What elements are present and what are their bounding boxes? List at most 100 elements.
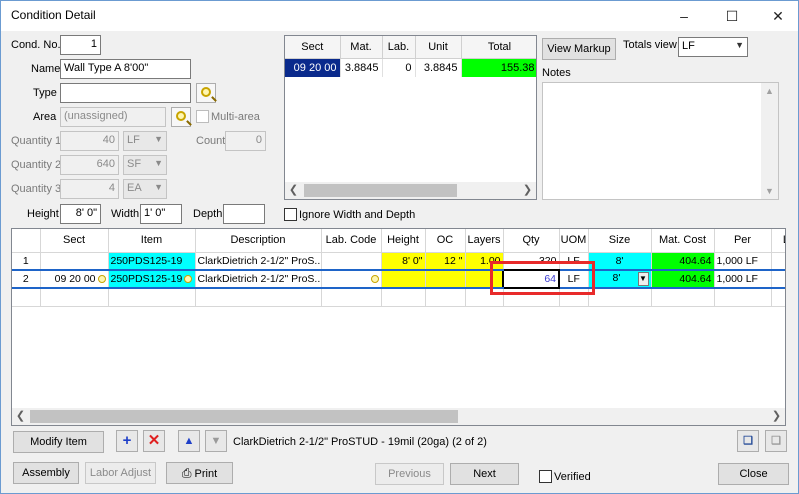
summary-header-total[interactable]: Total: [461, 36, 536, 59]
cell-height[interactable]: 8' 0": [381, 252, 426, 271]
cell-lab-code[interactable]: [321, 269, 382, 289]
height-field[interactable]: 8' 0": [60, 204, 101, 224]
cond-no-field[interactable]: 1: [60, 35, 101, 55]
totals-view-select[interactable]: LF ▼: [678, 37, 748, 57]
close-button[interactable]: Close: [718, 463, 789, 485]
cell-height[interactable]: [381, 269, 426, 289]
type-search-button[interactable]: [196, 83, 216, 103]
grid-header-qty[interactable]: Qty: [503, 229, 560, 253]
cell-lab-code[interactable]: [321, 252, 382, 271]
notes-textarea[interactable]: ▲ ▼: [542, 82, 779, 200]
summary-total[interactable]: 155.38: [461, 58, 536, 77]
summary-horizontal-scrollbar[interactable]: ❮ ❯: [285, 182, 536, 199]
chevron-down-icon[interactable]: ▼: [637, 272, 649, 286]
view-markup-button[interactable]: View Markup: [542, 38, 616, 60]
verified-checkbox[interactable]: [539, 470, 552, 483]
cell-sect[interactable]: 09 20 00: [40, 269, 109, 289]
type-field[interactable]: [60, 83, 191, 103]
cell-per[interactable]: 1,000 LF: [714, 269, 772, 289]
cell-item[interactable]: 250PDS125-19: [108, 269, 196, 289]
summary-header-sect[interactable]: Sect: [285, 36, 341, 59]
area-search-button[interactable]: [171, 107, 191, 127]
cell-size[interactable]: 8' ▼: [588, 269, 652, 289]
arrow-down-icon[interactable]: ▼: [761, 186, 778, 196]
move-down-button[interactable]: ▼: [205, 430, 227, 452]
labor-adjust-button[interactable]: Labor Adjust: [85, 462, 156, 484]
depth-field[interactable]: [223, 204, 265, 224]
summary-row[interactable]: 09 20 00 3.8845 0 3.8845 155.38: [285, 58, 536, 77]
next-button[interactable]: Next: [450, 463, 519, 485]
cell-lab[interactable]: [771, 269, 785, 289]
summary-header-mat[interactable]: Mat.: [340, 36, 383, 59]
modify-item-button[interactable]: Modify Item: [13, 431, 104, 453]
table-row[interactable]: 2 09 20 00 250PDS125-19 ClarkDietrich 2-…: [12, 269, 785, 289]
previous-button[interactable]: Previous: [375, 463, 444, 485]
cell-sect[interactable]: [40, 252, 109, 271]
cell-description[interactable]: ClarkDietrich 2-1/2" ProS...: [195, 269, 322, 289]
paste-button[interactable]: ❏: [765, 430, 787, 452]
close-window-button[interactable]: ✕: [755, 1, 799, 31]
quantity1-unit-select[interactable]: LF ▼: [123, 131, 167, 151]
copy-button[interactable]: ❏: [737, 430, 759, 452]
row-number[interactable]: 1: [12, 252, 41, 271]
cell-lab[interactable]: [771, 252, 785, 271]
cell-per[interactable]: 1,000 LF: [714, 252, 772, 271]
minimize-button[interactable]: –: [661, 1, 707, 31]
grid-header-per[interactable]: Per: [714, 229, 772, 253]
arrow-right-icon[interactable]: ❯: [768, 408, 785, 425]
width-field[interactable]: 1' 0": [140, 204, 182, 224]
grid-horizontal-scrollbar[interactable]: ❮ ❯: [12, 408, 785, 425]
grid-header-lab[interactable]: La: [771, 229, 785, 253]
multi-area-checkbox[interactable]: [196, 110, 209, 123]
cell-item[interactable]: 250PDS125-19: [108, 252, 196, 271]
magnifier-icon[interactable]: [97, 275, 106, 284]
grid-header-description[interactable]: Description: [195, 229, 322, 253]
summary-unit[interactable]: 3.8845: [415, 58, 462, 77]
name-field[interactable]: Wall Type A 8'00": [60, 59, 191, 79]
maximize-button[interactable]: ☐: [709, 1, 755, 31]
summary-lab[interactable]: 0: [382, 58, 416, 77]
move-up-button[interactable]: ▲: [178, 430, 200, 452]
scroll-thumb[interactable]: [30, 410, 458, 423]
cell-oc[interactable]: 12 ": [425, 252, 466, 271]
delete-item-button[interactable]: ✕: [143, 430, 165, 452]
row-number[interactable]: 2: [12, 269, 41, 289]
ignore-width-depth-checkbox[interactable]: [284, 208, 297, 221]
grid-header-size[interactable]: Size: [588, 229, 652, 253]
grid-header-item[interactable]: Item: [108, 229, 196, 253]
grid-header-lab-code[interactable]: Lab. Code: [321, 229, 382, 253]
cell-mat-cost[interactable]: 404.64: [651, 252, 715, 271]
table-row[interactable]: [12, 288, 785, 307]
grid-header-uom[interactable]: UOM: [559, 229, 589, 253]
grid-header-mat-cost[interactable]: Mat. Cost: [651, 229, 715, 253]
arrow-up-icon[interactable]: ▲: [761, 86, 778, 96]
cell-oc[interactable]: [425, 269, 466, 289]
magnifier-icon[interactable]: [184, 275, 193, 284]
grid-header-oc[interactable]: OC: [425, 229, 466, 253]
notes-vertical-scrollbar[interactable]: ▲ ▼: [761, 83, 778, 199]
scroll-thumb[interactable]: [304, 184, 457, 197]
summary-header-unit[interactable]: Unit: [415, 36, 462, 59]
arrow-left-icon[interactable]: ❮: [12, 408, 29, 425]
summary-mat[interactable]: 3.8845: [340, 58, 383, 77]
summary-sect[interactable]: 09 20 00: [285, 58, 341, 77]
print-button[interactable]: ⎙ Print: [166, 462, 233, 484]
quantity1-field[interactable]: 40: [60, 131, 119, 151]
grid-header-height[interactable]: Height: [381, 229, 426, 253]
add-item-button[interactable]: +: [116, 430, 138, 452]
count-field[interactable]: 0: [225, 131, 266, 151]
arrow-right-icon[interactable]: ❯: [519, 182, 536, 199]
assembly-button[interactable]: Assembly: [13, 462, 79, 484]
quantity2-field[interactable]: 640: [60, 155, 119, 175]
grid-header-layers[interactable]: Layers: [465, 229, 504, 253]
quantity2-unit-select[interactable]: SF ▼: [123, 155, 167, 175]
arrow-left-icon[interactable]: ❮: [285, 182, 302, 199]
quantity3-field[interactable]: 4: [60, 179, 119, 199]
magnifier-icon[interactable]: [370, 275, 379, 284]
cell-mat-cost[interactable]: 404.64: [651, 269, 715, 289]
summary-header-lab[interactable]: Lab.: [382, 36, 416, 59]
grid-header-sect[interactable]: Sect: [40, 229, 109, 253]
table-row[interactable]: 1 250PDS125-19 ClarkDietrich 2-1/2" ProS…: [12, 252, 785, 271]
area-field[interactable]: (unassigned): [60, 107, 166, 127]
cell-description[interactable]: ClarkDietrich 2-1/2" ProS...: [195, 252, 322, 271]
